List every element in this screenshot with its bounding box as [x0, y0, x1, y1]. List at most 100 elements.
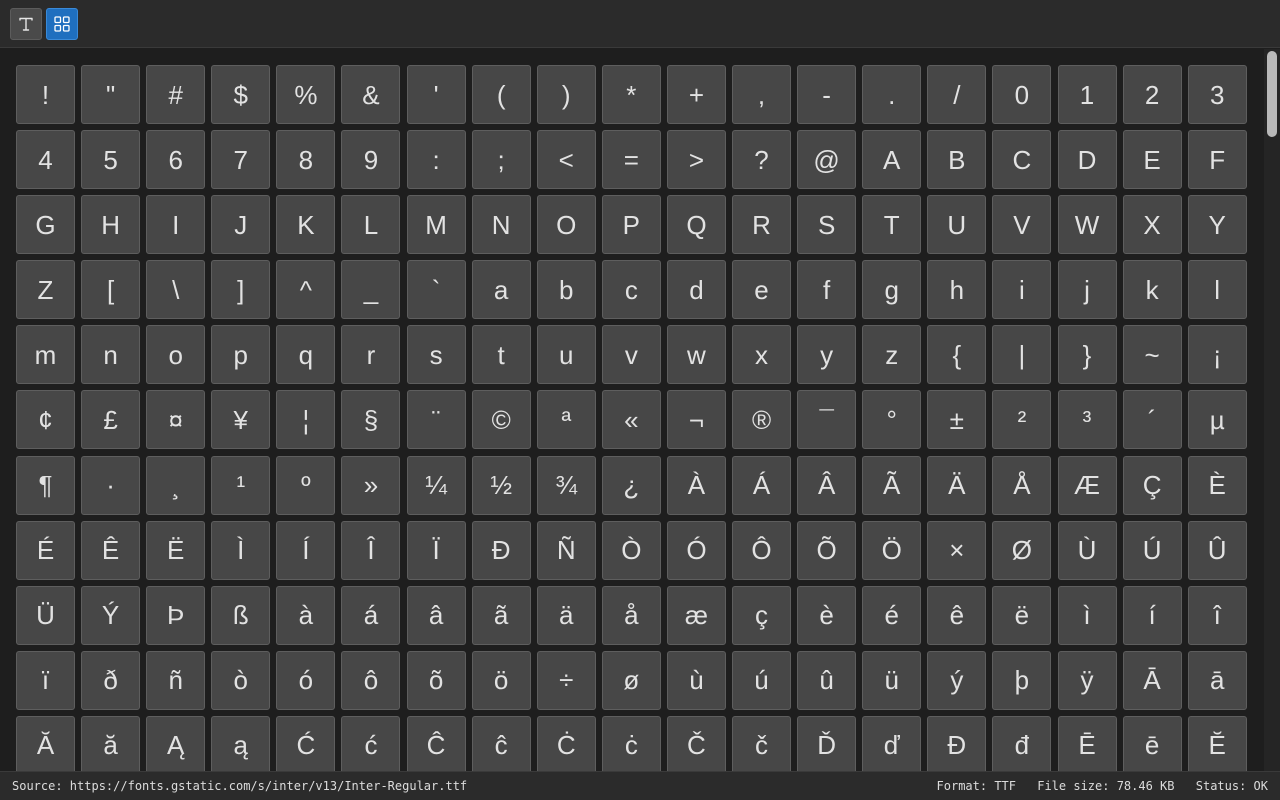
glyph-cell[interactable]: Ĉ: [406, 715, 466, 771]
glyph-cell[interactable]: Ã: [862, 455, 922, 515]
glyph-cell[interactable]: ': [406, 65, 466, 124]
glyph-cell[interactable]: Ý: [81, 585, 141, 645]
glyph-cell[interactable]: Ï: [406, 520, 466, 580]
glyph-cell[interactable]: ¿: [601, 455, 661, 515]
glyph-cell[interactable]: a: [471, 260, 531, 320]
glyph-cell[interactable]: &: [341, 65, 401, 124]
glyph-cell[interactable]: \: [146, 260, 206, 320]
glyph-cell[interactable]: l: [1187, 260, 1247, 320]
glyph-cell[interactable]: O: [536, 195, 596, 255]
glyph-cell[interactable]: 3: [1187, 65, 1247, 124]
glyph-cell[interactable]: ó: [276, 650, 336, 710]
glyph-cell[interactable]: đ: [992, 715, 1052, 771]
glyph-cell[interactable]: o: [146, 325, 206, 385]
glyph-cell[interactable]: þ: [992, 650, 1052, 710]
glyph-cell[interactable]: K: [276, 195, 336, 255]
glyph-cell[interactable]: m: [16, 325, 75, 385]
glyph-cell[interactable]: (: [471, 65, 531, 124]
glyph-cell[interactable]: ¨: [406, 390, 466, 450]
glyph-cell[interactable]: Ü: [16, 585, 75, 645]
glyph-cell[interactable]: Ö: [862, 520, 922, 580]
glyph-cell[interactable]: »: [341, 455, 401, 515]
glyph-cell[interactable]: Ç: [1122, 455, 1182, 515]
glyph-cell[interactable]: i: [992, 260, 1052, 320]
glyph-cell[interactable]: B: [927, 130, 987, 190]
glyph-cell[interactable]: ą: [211, 715, 271, 771]
glyph-cell[interactable]: Ó: [666, 520, 726, 580]
glyph-cell[interactable]: Õ: [797, 520, 857, 580]
glyph-cell[interactable]: ~: [1122, 325, 1182, 385]
glyph-cell[interactable]: Ċ: [536, 715, 596, 771]
glyph-cell[interactable]: >: [666, 130, 726, 190]
glyph-cell[interactable]: g: [862, 260, 922, 320]
glyph-cell[interactable]: 0: [992, 65, 1052, 124]
glyph-cell[interactable]: n: [81, 325, 141, 385]
glyph-cell[interactable]: ¤: [146, 390, 206, 450]
glyph-cell[interactable]: å: [601, 585, 661, 645]
glyph-cell[interactable]: ²: [992, 390, 1052, 450]
glyph-cell[interactable]: õ: [406, 650, 466, 710]
glyph-cell[interactable]: ¯: [797, 390, 857, 450]
glyph-cell[interactable]: Î: [341, 520, 401, 580]
glyph-cell[interactable]: w: [666, 325, 726, 385]
glyph-cell[interactable]: t: [471, 325, 531, 385]
glyph-cell[interactable]: Ò: [601, 520, 661, 580]
glyph-cell[interactable]: Ā: [1122, 650, 1182, 710]
glyph-cell[interactable]: p: [211, 325, 271, 385]
glyph-cell[interactable]: î: [1187, 585, 1247, 645]
glyph-cell[interactable]: á: [341, 585, 401, 645]
glyph-cell[interactable]: ,: [732, 65, 792, 124]
glyph-cell[interactable]: ÿ: [1057, 650, 1117, 710]
glyph-cell[interactable]: «: [601, 390, 661, 450]
glyph-cell[interactable]: G: [16, 195, 75, 255]
glyph-cell[interactable]: =: [601, 130, 661, 190]
glyph-cell[interactable]: ): [536, 65, 596, 124]
glyph-cell[interactable]: £: [81, 390, 141, 450]
glyph-cell[interactable]: Ć: [276, 715, 336, 771]
text-view-button[interactable]: [10, 8, 42, 40]
glyph-cell[interactable]: Ð: [471, 520, 531, 580]
glyph-cell[interactable]: :: [406, 130, 466, 190]
glyph-cell[interactable]: L: [341, 195, 401, 255]
glyph-cell[interactable]: Ñ: [536, 520, 596, 580]
glyph-cell[interactable]: Ô: [732, 520, 792, 580]
glyph-cell[interactable]: Q: [666, 195, 726, 255]
glyph-cell[interactable]: 4: [16, 130, 75, 190]
glyph-cell[interactable]: r: [341, 325, 401, 385]
glyph-cell[interactable]: ´: [1122, 390, 1182, 450]
glyph-cell[interactable]: â: [406, 585, 466, 645]
glyph-cell[interactable]: ®: [732, 390, 792, 450]
glyph-cell[interactable]: Ì: [211, 520, 271, 580]
glyph-cell[interactable]: T: [862, 195, 922, 255]
glyph-cell[interactable]: #: [146, 65, 206, 124]
glyph-cell[interactable]: º: [276, 455, 336, 515]
glyph-cell[interactable]: ï: [16, 650, 75, 710]
glyph-cell[interactable]: @: [797, 130, 857, 190]
glyph-cell[interactable]: æ: [666, 585, 726, 645]
glyph-cell[interactable]: ±: [927, 390, 987, 450]
glyph-cell[interactable]: ì: [1057, 585, 1117, 645]
glyph-cell[interactable]: 6: [146, 130, 206, 190]
glyph-cell[interactable]: ¶: [16, 455, 75, 515]
glyph-cell[interactable]: +: [666, 65, 726, 124]
glyph-cell[interactable]: ď: [862, 715, 922, 771]
glyph-cell[interactable]: Ê: [81, 520, 141, 580]
glyph-cell[interactable]: ¥: [211, 390, 271, 450]
glyph-cell[interactable]: z: [862, 325, 922, 385]
glyph-cell[interactable]: -: [797, 65, 857, 124]
glyph-cell[interactable]: û: [797, 650, 857, 710]
glyph-cell[interactable]: ý: [927, 650, 987, 710]
glyph-cell[interactable]: Â: [797, 455, 857, 515]
glyph-cell[interactable]: §: [341, 390, 401, 450]
glyph-cell[interactable]: í: [1122, 585, 1182, 645]
glyph-cell[interactable]: V: [992, 195, 1052, 255]
glyph-cell[interactable]: ¸: [146, 455, 206, 515]
glyph-cell[interactable]: R: [732, 195, 792, 255]
glyph-cell[interactable]: c: [601, 260, 661, 320]
glyph-cell[interactable]: Č: [666, 715, 726, 771]
glyph-cell[interactable]: b: [536, 260, 596, 320]
glyph-cell[interactable]: /: [927, 65, 987, 124]
glyph-cell[interactable]: $: [211, 65, 271, 124]
grid-view-button[interactable]: [46, 8, 78, 40]
glyph-cell[interactable]: H: [81, 195, 141, 255]
